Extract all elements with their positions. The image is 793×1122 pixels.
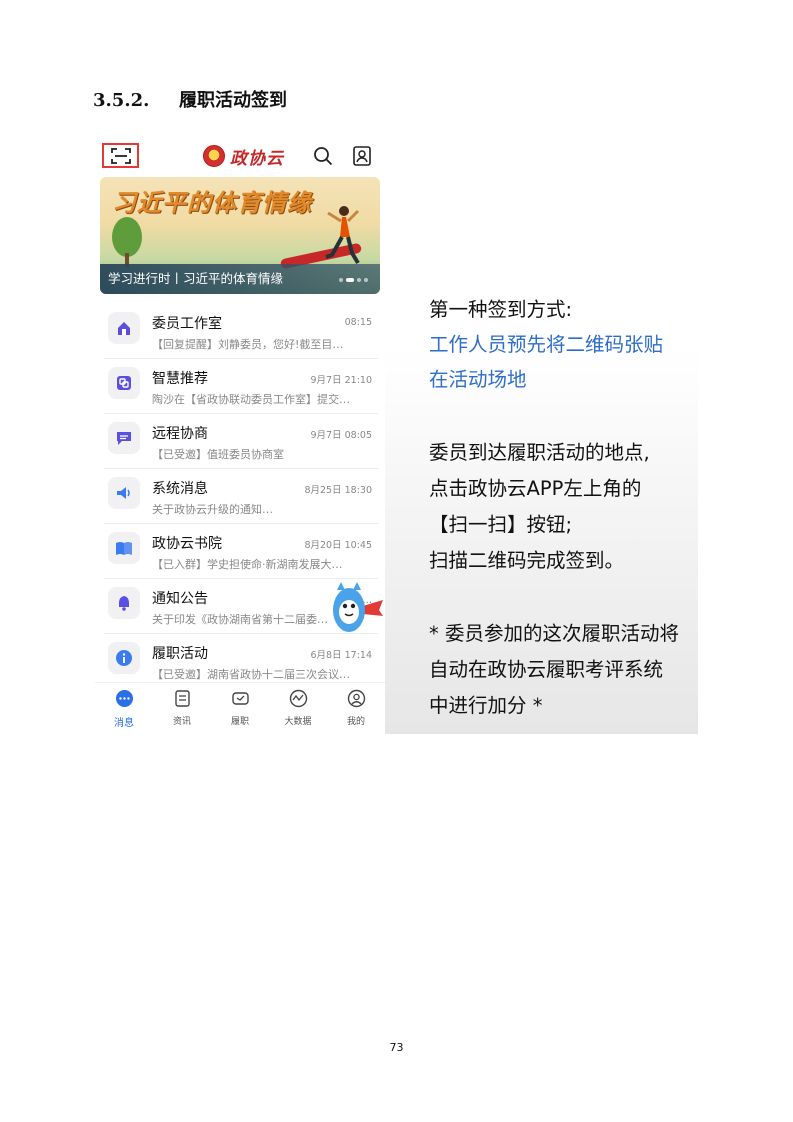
message-item[interactable]: 远程协商 9月7日 08:05 【已受邀】值班委员协商室 [104,414,378,469]
app-screenshot: 政协云 习近平的体育情缘 学习进行时丨习近平的体育情缘 委员工作室 08:15 … [95,140,385,734]
message-title: 智慧推荐 [152,371,208,387]
section-heading: 3.5.2. 履职活动签到 [93,86,287,112]
tab-label: 履职 [230,717,249,727]
message-preview: 【回复提醒】刘静委员，您好!截至目… [152,338,344,351]
annotation-line-6: 【扫一扫】按钮; [429,513,573,536]
message-item[interactable]: 政协云书院 8月20日 10:45 【已入群】学史担使命·新湖南发展大… [104,524,378,579]
contacts-icon[interactable] [351,145,373,167]
tab-label: 资讯 [172,717,191,727]
search-icon[interactable] [312,145,334,167]
message-item-icon-box [108,642,140,674]
carousel-indicator[interactable] [339,278,368,282]
duty-icon [231,692,249,705]
section-number: 3.5.2. [93,90,150,111]
banner-caption: 学习进行时丨习近平的体育情缘 [108,271,284,286]
tab-profile[interactable]: 我的 [327,683,385,734]
mascot-graphic [333,582,383,632]
annotation-line-8: * 委员参加的这次履职活动将 [429,622,679,645]
message-preview: 关于政协云升级的通知… [152,503,273,516]
annotation-line-1: 第一种签到方式: [429,298,573,321]
message-item-icon-box [108,532,140,564]
news-banner[interactable]: 习近平的体育情缘 学习进行时丨习近平的体育情缘 [100,177,380,294]
bottom-tab-bar: 消息 资讯 履职 大数据 我的 [95,682,385,734]
link-icon [117,376,131,390]
profile-icon [347,689,365,708]
annotation-line-7: 扫描二维码完成签到。 [429,549,625,572]
annotation-line-5: 点击政协云APP左上角的 [429,477,642,500]
section-title: 履职活动签到 [179,90,287,111]
message-time: 9月7日 08:05 [310,430,373,441]
message-preview: 【已入群】学史担使命·新湖南发展大… [152,558,343,571]
data-icon [289,689,307,708]
tree-graphic [112,217,142,257]
message-item[interactable]: 履职活动 6月8日 17:14 【已受邀】湖南省政协十二届三次会议… [104,634,378,689]
message-preview: 陶沙在【省政协联动委员工作室】提交… [152,393,350,406]
message-item[interactable]: 系统消息 8月25日 18:30 关于政协云升级的通知… [104,469,378,524]
info-icon [116,650,132,666]
tab-message[interactable]: 消息 [95,683,153,734]
message-time: 8月25日 18:30 [304,485,372,496]
message-time: 8月20日 10:45 [304,540,372,551]
logo-text: 政协云 [230,148,284,169]
news-icon [174,690,190,707]
message-item-icon-box [108,312,140,344]
message-time: 9月7日 21:10 [310,375,373,386]
annotation-line-10: 中进行加分 * [429,694,543,717]
tab-news[interactable]: 资讯 [153,683,211,734]
page-number: 73 [389,1041,404,1054]
banner-title: 习近平的体育情缘 [112,188,312,217]
message-time: 6月8日 17:14 [310,650,373,661]
message-title: 政协云书院 [152,536,222,552]
book-icon [116,542,132,555]
tab-data[interactable]: 大数据 [269,683,327,734]
message-title: 通知公告 [152,591,208,607]
home-icon [118,322,130,335]
chat-icon [117,432,131,445]
message-item-icon-box [108,422,140,454]
tab-duty[interactable]: 履职 [211,683,269,734]
message-title: 履职活动 [152,646,208,662]
annotation-line-9: 自动在政协云履职考评系统 [429,658,664,681]
instruction-figure: 政协云 习近平的体育情缘 学习进行时丨习近平的体育情缘 委员工作室 08:15 … [95,140,698,734]
message-item[interactable]: 智慧推荐 9月7日 21:10 陶沙在【省政协联动委员工作室】提交… [104,359,378,414]
annotation-line-3: 在活动场地 [429,368,527,391]
message-preview: 【已受邀】湖南省政协十二届三次会议… [152,668,350,681]
message-item-icon-box [108,367,140,399]
tab-label: 消息 [114,718,134,729]
message-title: 远程协商 [152,426,208,442]
tab-label: 我的 [346,717,365,727]
runner-graphic [325,206,360,265]
annotation-line-4: 委员到达履职活动的地点, [429,441,650,464]
scan-icon [110,147,131,164]
bell-icon [119,596,129,611]
message-preview: 【已受邀】值班委员协商室 [152,448,284,461]
message-item-icon-box [108,587,140,619]
tab-label: 大数据 [284,717,312,727]
app-top-bar: 政协云 [95,140,385,174]
message-time: 08:15 [344,317,372,328]
message-item[interactable]: 委员工作室 08:15 【回复提醒】刘静委员，您好!截至目… [104,304,378,359]
app-logo: 政协云 [203,143,284,169]
message-icon [115,690,133,707]
message-item-icon-box [108,477,140,509]
annotation-line-2: 工作人员预先将二维码张贴 [429,333,664,356]
emblem-icon [203,145,225,167]
speaker-icon [117,487,130,499]
message-title: 系统消息 [152,481,208,497]
message-title: 委员工作室 [152,316,222,332]
scan-button[interactable] [102,143,139,168]
